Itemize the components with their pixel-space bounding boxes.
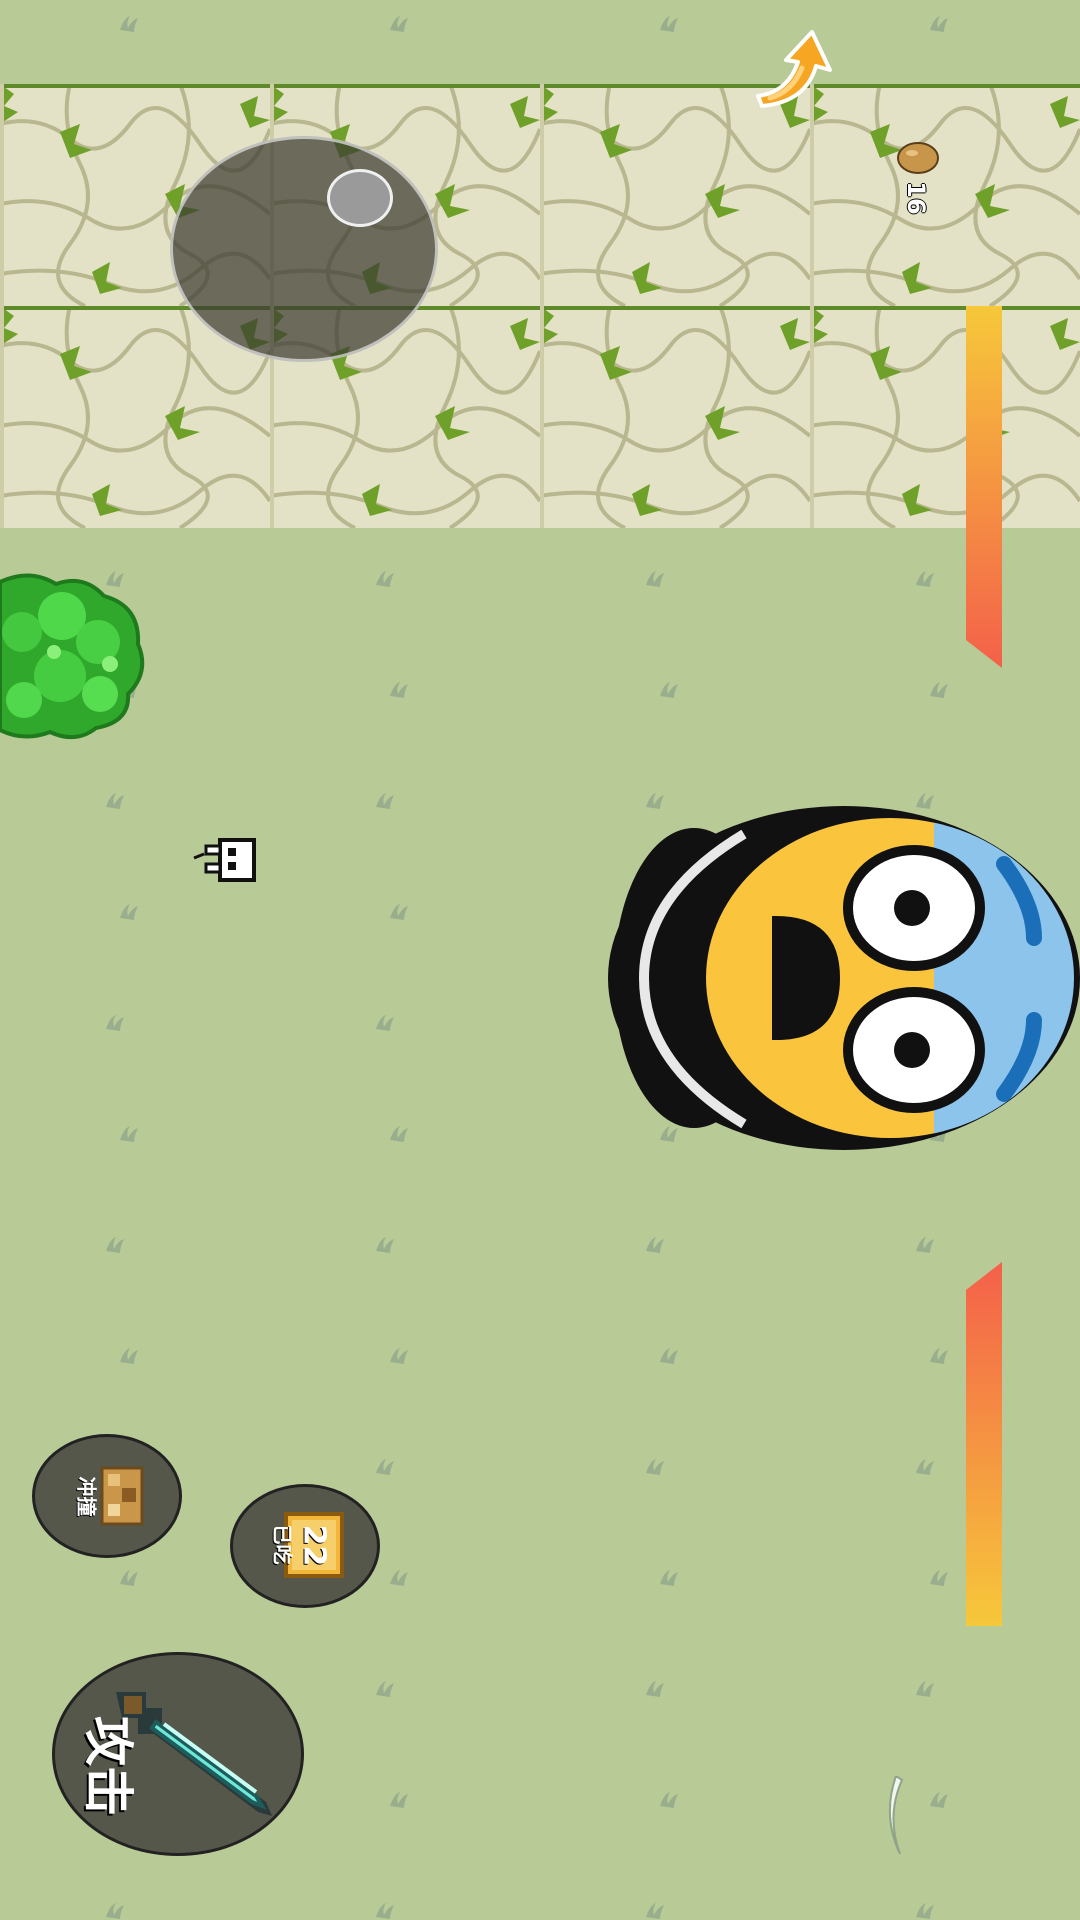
grass-tuft bbox=[916, 571, 934, 587]
potion-badge: 22 bbox=[296, 1524, 332, 1567]
scared-emoji-face bbox=[608, 806, 1080, 1150]
grass-tuft bbox=[390, 16, 408, 32]
grass-tuft bbox=[660, 1570, 678, 1586]
grass-tuft bbox=[106, 1015, 124, 1031]
health-bar-bottom bbox=[966, 1262, 1002, 1626]
grass-tuft bbox=[930, 1570, 948, 1586]
orange-curved-arrow-icon[interactable] bbox=[748, 26, 836, 108]
grass-tuft bbox=[120, 1348, 138, 1364]
grass-tuft bbox=[646, 1681, 664, 1697]
grass-tuft bbox=[930, 682, 948, 698]
grass-tuft bbox=[390, 1348, 408, 1364]
grass-tuft bbox=[930, 1348, 948, 1364]
grass-tuft bbox=[376, 1681, 394, 1697]
grass-tuft bbox=[120, 1570, 138, 1586]
potion-skill-label: 已吃 bbox=[270, 1524, 295, 1565]
white-wisp bbox=[888, 1776, 904, 1855]
grass-tuft bbox=[916, 1903, 934, 1919]
grass-tuft bbox=[930, 1792, 948, 1808]
grass-tuft bbox=[390, 1126, 408, 1142]
grass-tuft bbox=[390, 904, 408, 920]
seed-count: 16 bbox=[902, 181, 930, 215]
grass-tuft bbox=[916, 1681, 934, 1697]
grass-tuft bbox=[120, 1126, 138, 1142]
joystick-knob[interactable] bbox=[327, 169, 393, 227]
grass-tuft bbox=[390, 1570, 408, 1586]
grass-tuft bbox=[660, 1348, 678, 1364]
game-stage: 16 冲撞 22 已吃 攻击 bbox=[0, 0, 1080, 1920]
grass-tuft bbox=[376, 1459, 394, 1475]
grass-tuft bbox=[930, 16, 948, 32]
virtual-joystick[interactable] bbox=[170, 136, 438, 362]
grass-tuft bbox=[376, 1903, 394, 1919]
grass-tuft bbox=[390, 682, 408, 698]
grass-tuft bbox=[660, 16, 678, 32]
grass-tuft bbox=[646, 1903, 664, 1919]
grass-tuft bbox=[660, 682, 678, 698]
attack-label: 攻击 bbox=[79, 1716, 137, 1816]
grass-tuft bbox=[376, 571, 394, 587]
grass-tuft bbox=[106, 793, 124, 809]
health-bar-top bbox=[966, 306, 1002, 668]
grass-tuft bbox=[646, 1237, 664, 1253]
seed-icon bbox=[897, 142, 939, 174]
grass-tuft bbox=[916, 1237, 934, 1253]
grass-tuft bbox=[106, 1903, 124, 1919]
grass-tuft bbox=[376, 1015, 394, 1031]
grass-tuft bbox=[646, 571, 664, 587]
grass-tuft bbox=[390, 1792, 408, 1808]
grass-tuft bbox=[916, 1459, 934, 1475]
dash-skill-label: 冲撞 bbox=[74, 1476, 99, 1517]
grass-tuft bbox=[376, 1237, 394, 1253]
small-pixel-character bbox=[193, 838, 256, 882]
grass-tuft bbox=[646, 1459, 664, 1475]
grass-tuft bbox=[376, 793, 394, 809]
grass-tuft bbox=[660, 1792, 678, 1808]
grass-tuft bbox=[120, 16, 138, 32]
dash-skill-icon bbox=[100, 1466, 144, 1526]
grass-tuft bbox=[106, 1237, 124, 1253]
green-bush bbox=[0, 573, 145, 740]
grass-tuft bbox=[120, 904, 138, 920]
